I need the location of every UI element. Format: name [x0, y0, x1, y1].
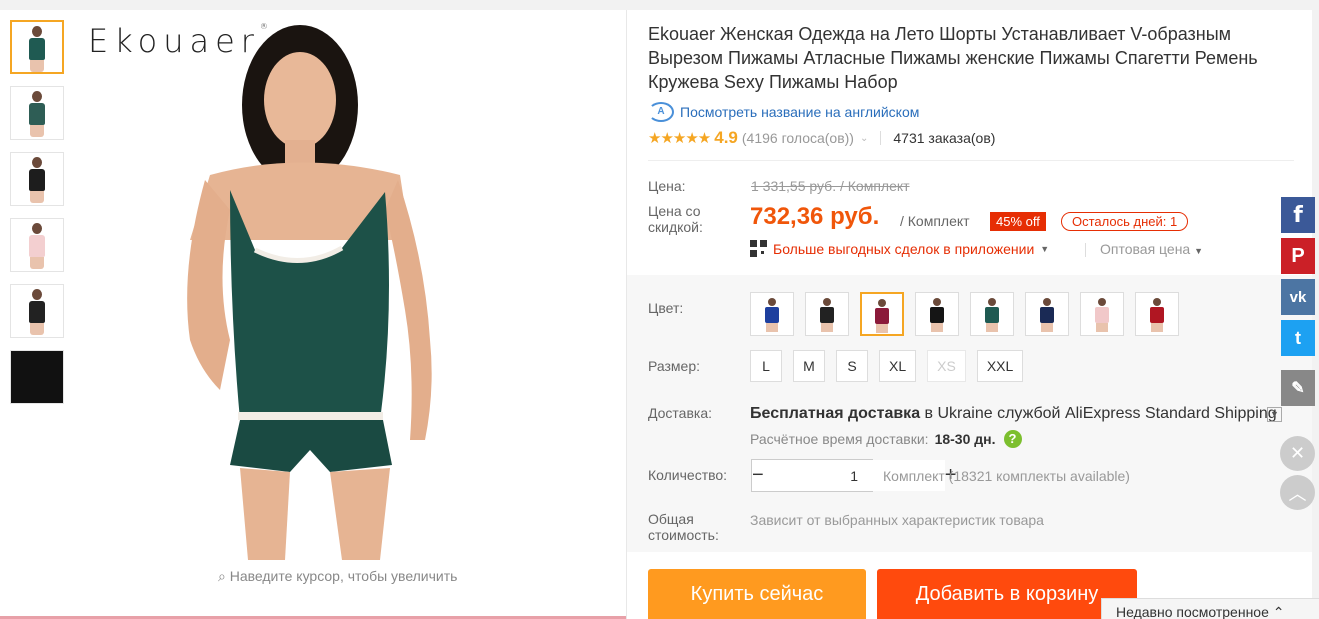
brand-logo: Ekouaer® [88, 22, 268, 60]
total-label: Общая стоимость: [648, 511, 719, 543]
main-product-image[interactable] [80, 10, 620, 560]
size-option-m[interactable]: M [793, 350, 825, 382]
quantity-available: Комплект (18321 комплекты available) [883, 468, 1130, 484]
color-swatch-pink[interactable] [1080, 292, 1124, 336]
color-swatch-black[interactable] [915, 292, 959, 336]
rating-row: ★★★★★ 4.9 (4196 голоса(ов)) ⌄ 4731 заказ… [648, 128, 995, 148]
shipping-country[interactable]: Ukraine [938, 405, 993, 422]
price-unit: / Комплект [900, 213, 970, 229]
shipping-info: Бесплатная доставка в Ukraine службой Al… [750, 405, 1277, 422]
thumbnail-image [29, 285, 45, 335]
thumbnail-image [29, 87, 45, 137]
quantity-label: Количество: [648, 467, 728, 483]
buy-now-button[interactable]: Купить сейчас [648, 569, 866, 619]
color-swatch-black-pattern[interactable] [805, 292, 849, 336]
shipping-label: Доставка: [648, 405, 713, 421]
facebook-icon[interactable]: f [1281, 197, 1315, 233]
size-option-s[interactable]: S [836, 350, 868, 382]
translate-icon: A [648, 102, 674, 122]
size-option-xs[interactable]: XS [927, 350, 966, 382]
thumbnail-image [29, 153, 45, 203]
days-left-badge: Осталось дней: 1 [1061, 212, 1189, 231]
magnifier-icon: ⌕ [218, 568, 226, 584]
thumbnail[interactable] [10, 152, 64, 206]
thumbnail[interactable] [10, 20, 64, 74]
help-icon[interactable]: ? [1003, 430, 1022, 448]
product-photo [187, 25, 432, 560]
size-option-xl[interactable]: XL [879, 350, 917, 382]
divider [648, 160, 1294, 161]
size-label: Размер: [648, 358, 701, 374]
discount-price: 732,36 руб. [750, 203, 880, 230]
edit-icon[interactable]: ✎ [1281, 370, 1315, 406]
thumbnail[interactable] [10, 86, 64, 140]
translate-link[interactable]: A Посмотреть название на английском [648, 102, 919, 122]
thumbnail-list [10, 20, 66, 416]
scroll-up-icon[interactable]: ︿ [1280, 475, 1315, 510]
separator [880, 131, 882, 145]
old-price: 1 331,55 руб. / Комплект [751, 178, 910, 194]
thumbnail[interactable] [10, 218, 64, 272]
thumbnail[interactable] [10, 350, 64, 404]
star-rating-icon: ★★★★★ [648, 130, 711, 147]
quantity-stepper: − + [751, 459, 956, 492]
discount-price-label: Цена со скидкой: [648, 203, 703, 235]
zoom-hint: ⌕ Наведите курсор, чтобы увеличить [218, 568, 458, 584]
chevron-down-icon[interactable]: ⌄ [860, 133, 868, 144]
size-option-l[interactable]: L [750, 350, 782, 382]
size-option-xxl[interactable]: XXL [976, 350, 1024, 382]
thumbnail[interactable] [10, 284, 64, 338]
shipping-service[interactable]: AliExpress Standard Shipping [1065, 405, 1277, 422]
pinterest-icon[interactable]: P [1281, 238, 1315, 274]
thumbnail-image [29, 22, 45, 72]
close-icon[interactable]: ✕ [1280, 436, 1315, 471]
recently-viewed-bar[interactable]: Недавно посмотренное ⌃ [1101, 598, 1319, 619]
price-label: Цена: [648, 178, 686, 194]
rating-value: 4.9 [714, 128, 738, 147]
color-swatch-navy[interactable] [1025, 292, 1069, 336]
color-swatch-red[interactable] [1135, 292, 1179, 336]
caret-down-icon: ▼ [1040, 243, 1050, 254]
thumbnail-image [29, 219, 45, 269]
delivery-time: Расчётное время доставки: 18-30 дн. ? [750, 430, 1022, 448]
color-label: Цвет: [648, 300, 684, 316]
size-options: L M S XL XS XXL [750, 350, 1024, 382]
color-swatch-blue[interactable] [750, 292, 794, 336]
color-swatches [750, 292, 1179, 336]
discount-badge: 45% off [990, 212, 1046, 231]
app-deal-link[interactable]: Больше выгодных сделок в приложении ▼ [750, 240, 1049, 257]
product-title: Ekouaer Женская Одежда на Лето Шорты Уст… [648, 24, 1258, 92]
total-value: Зависит от выбранных характеристик товар… [750, 512, 1044, 528]
chevron-up-icon: ⌃ [1272, 604, 1285, 619]
wholesale-price-link[interactable]: Оптовая цена ▼ [1100, 241, 1203, 257]
qr-code-icon [750, 240, 767, 257]
shipping-dropdown-icon[interactable]: ▼ [1267, 407, 1282, 422]
caret-down-icon: ▼ [1194, 246, 1204, 256]
orders-count: 4731 заказа(ов) [893, 130, 996, 146]
separator [1085, 243, 1086, 257]
vk-icon[interactable]: vk [1281, 279, 1315, 315]
color-swatch-wine[interactable] [860, 292, 904, 336]
color-swatch-green[interactable] [970, 292, 1014, 336]
product-page: Ekouaer® ⌕ Наведите курсор, чтобы увелич… [0, 0, 1319, 619]
minus-button[interactable]: − [752, 460, 764, 491]
twitter-icon[interactable]: t [1281, 320, 1315, 356]
votes-count[interactable]: (4196 голоса(ов)) [742, 130, 854, 146]
add-to-cart-button[interactable]: Добавить в корзину [877, 569, 1137, 619]
